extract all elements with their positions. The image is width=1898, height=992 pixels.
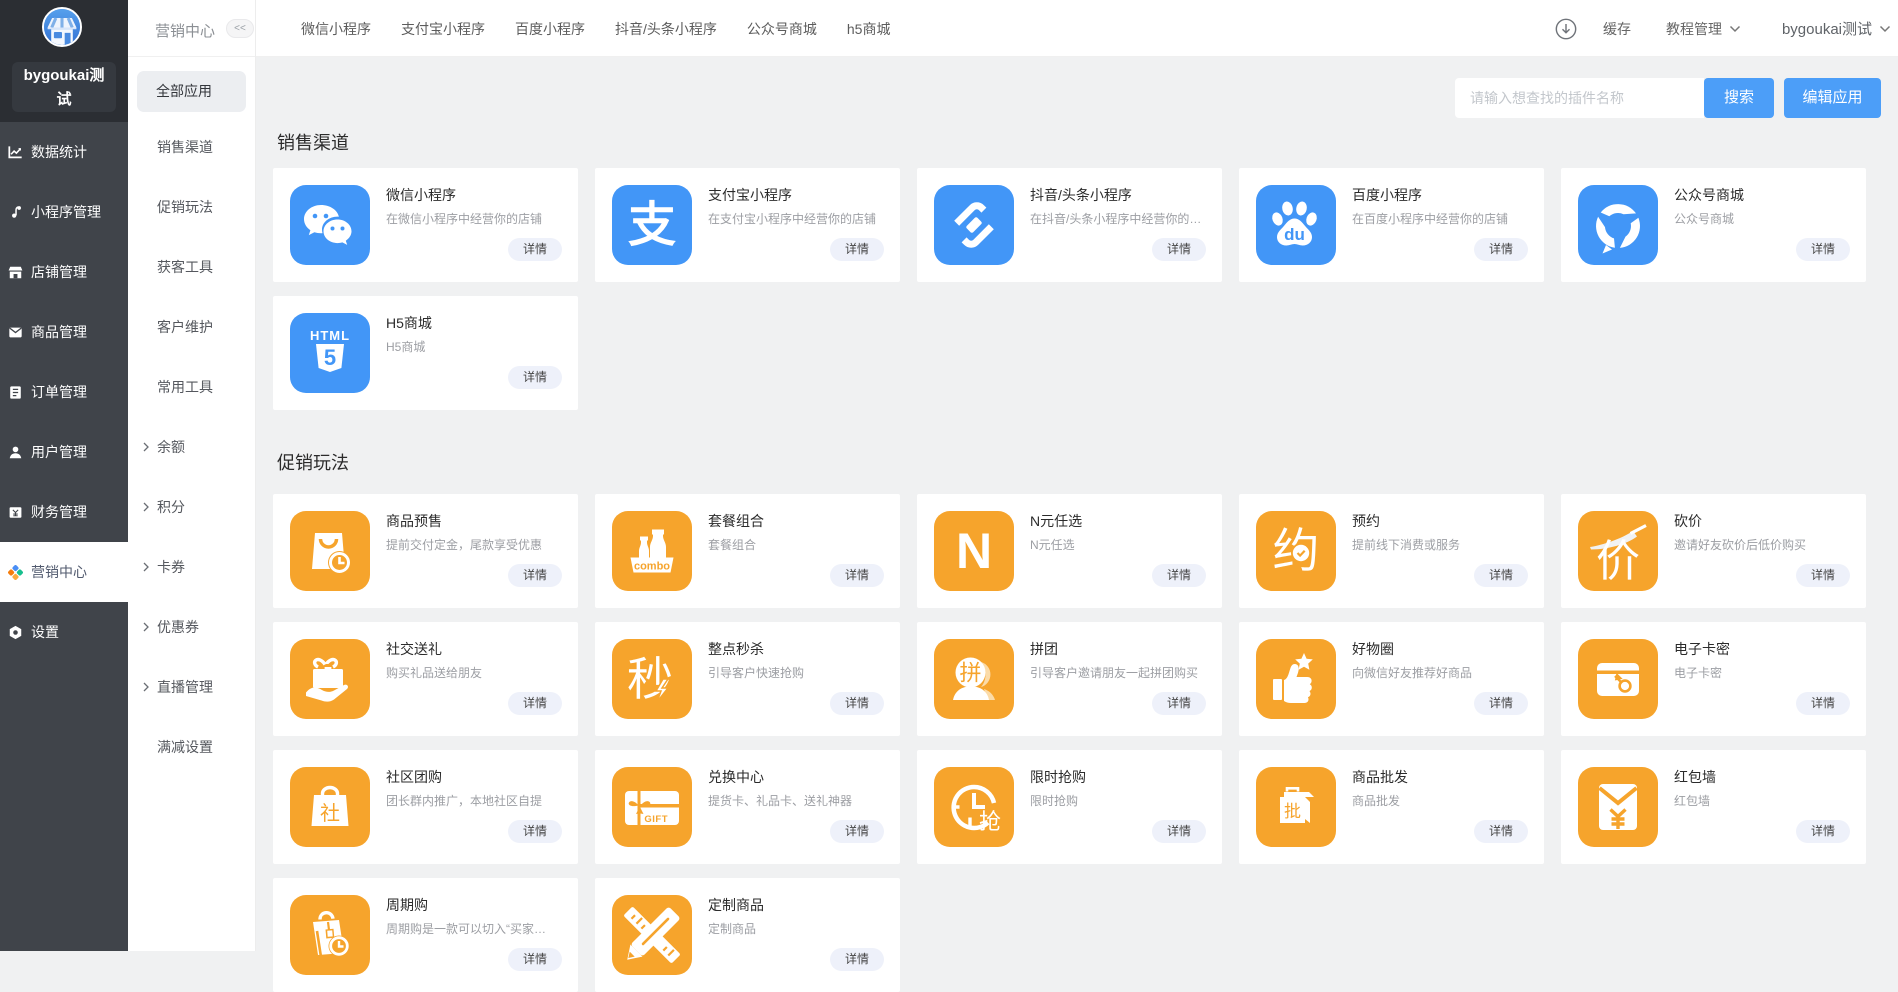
svg-text:HTML: HTML <box>310 328 350 343</box>
svg-text:拼: 拼 <box>959 661 981 686</box>
svg-text:du: du <box>1284 225 1305 244</box>
svg-text:5: 5 <box>324 345 336 370</box>
svg-text:价: 价 <box>1596 537 1640 586</box>
svg-text:批: 批 <box>1284 802 1301 821</box>
svg-text:N: N <box>956 523 992 579</box>
svg-text:抢: 抢 <box>979 809 1001 834</box>
svg-text:combo: combo <box>634 561 670 573</box>
svg-text:GIFT: GIFT <box>644 814 668 825</box>
svg-text:社: 社 <box>320 802 340 825</box>
svg-text:支: 支 <box>628 199 676 252</box>
